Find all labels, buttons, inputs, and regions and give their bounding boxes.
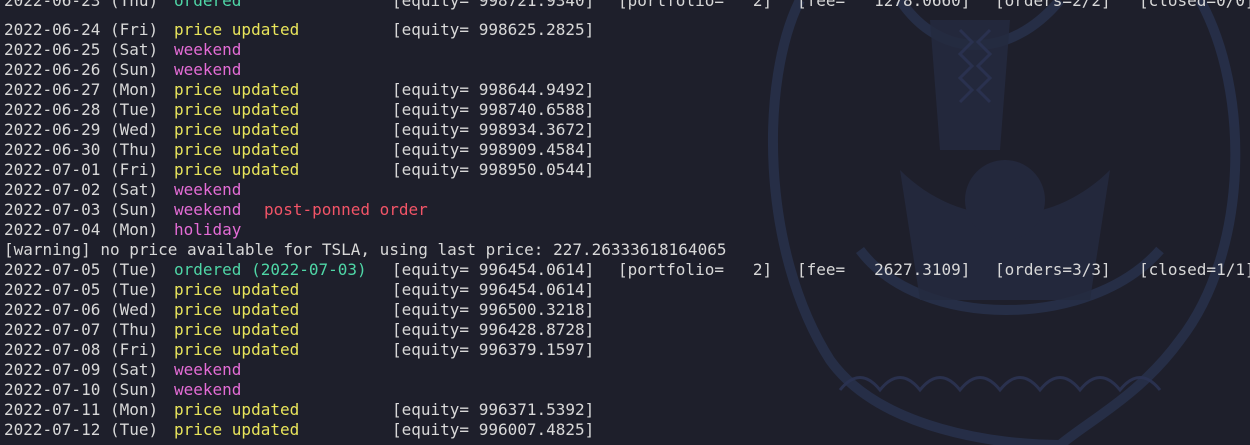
log-equity: [equity= 998934.3672] bbox=[392, 120, 595, 139]
log-closed: [closed=1/1] bbox=[1139, 260, 1250, 279]
log-line: 2022-06-24 (Fri) price updated [equity= 99… bbox=[0, 20, 1250, 40]
log-date: 2022-06-29 (Wed) bbox=[4, 120, 159, 139]
log-fee: [fee= 1278.0660] bbox=[797, 0, 971, 10]
log-date: 2022-07-11 (Mon) bbox=[4, 400, 159, 419]
log-note: post-ponned order bbox=[264, 200, 428, 219]
log-line: 2022-07-02 (Sat) weekend bbox=[0, 180, 1250, 200]
log-line: 2022-07-06 (Wed) price updated [equity= 99… bbox=[0, 300, 1250, 320]
log-orders: [orders=3/3] bbox=[995, 260, 1111, 279]
log-date: 2022-07-04 (Mon) bbox=[4, 220, 159, 239]
log-date: 2022-07-12 (Tue) bbox=[4, 420, 159, 439]
log-portfolio: [portfolio= 2] bbox=[618, 0, 773, 10]
log-date: 2022-06-27 (Mon) bbox=[4, 80, 159, 99]
warning-text: [warning] no price available for TSLA, u… bbox=[4, 240, 727, 259]
log-closed: [closed=0/0] bbox=[1139, 0, 1250, 10]
log-line: 2022-06-27 (Mon) price updated [equity= 99… bbox=[0, 80, 1250, 100]
log-status: price updated bbox=[174, 20, 300, 39]
log-equity: [equity= 998909.4584] bbox=[392, 140, 595, 159]
log-date: 2022-07-05 (Tue) bbox=[4, 280, 159, 299]
log-date: 2022-07-02 (Sat) bbox=[4, 180, 159, 199]
log-equity: [equity= 996454.0614] bbox=[392, 260, 595, 279]
log-equity: [equity= 996428.8728] bbox=[392, 320, 595, 339]
log-line: 2022-07-07 (Thu) price updated [equity= 99… bbox=[0, 320, 1250, 340]
log-equity: [equity= 998740.6588] bbox=[392, 100, 595, 119]
log-line: 2022-06-30 (Thu) price updated [equity= 99… bbox=[0, 140, 1250, 160]
log-line: 2022-06-26 (Sun) weekend bbox=[0, 60, 1250, 80]
log-status: ordered (2022-07-03) bbox=[174, 260, 367, 279]
log-line: 2022-07-08 (Fri) price updated [equity= 99… bbox=[0, 340, 1250, 360]
log-status: ordered bbox=[174, 0, 242, 10]
log-equity: [equity= 996379.1597] bbox=[392, 340, 595, 359]
log-status: weekend bbox=[174, 40, 242, 59]
log-date: 2022-07-01 (Fri) bbox=[4, 160, 159, 179]
log-line: 2022-07-05 (Tue) ordered (2022-07-03) [equ… bbox=[0, 260, 1250, 280]
log-line: 2022-07-03 (Sun) weekend post-ponned order bbox=[0, 200, 1250, 220]
log-status: weekend bbox=[174, 180, 242, 199]
log-status: price updated bbox=[174, 280, 300, 299]
log-status: price updated bbox=[174, 420, 300, 439]
log-line: 2022-07-01 (Fri) price updated [equity= 99… bbox=[0, 160, 1250, 180]
log-date: 2022-06-24 (Fri) bbox=[4, 20, 159, 39]
log-equity: [equity= 996371.5392] bbox=[392, 400, 595, 419]
log-status: price updated bbox=[174, 80, 300, 99]
log-equity: [equity= 998950.0544] bbox=[392, 160, 595, 179]
log-date: 2022-07-10 (Sun) bbox=[4, 380, 159, 399]
log-date: 2022-06-26 (Sun) bbox=[4, 60, 159, 79]
log-line: 2022-06-29 (Wed) price updated [equity= 99… bbox=[0, 120, 1250, 140]
log-line: 2022-07-09 (Sat) weekend bbox=[0, 360, 1250, 380]
log-status: price updated bbox=[174, 400, 300, 419]
log-date: 2022-07-06 (Wed) bbox=[4, 300, 159, 319]
log-status: price updated bbox=[174, 320, 300, 339]
log-line: 2022-07-05 (Tue) price updated [equity= 99… bbox=[0, 280, 1250, 300]
log-status: weekend bbox=[174, 60, 242, 79]
log-status: weekend bbox=[174, 360, 242, 379]
log-line: 2022-06-25 (Sat) weekend bbox=[0, 40, 1250, 60]
log-equity: [equity= 996500.3218] bbox=[392, 300, 595, 319]
log-date: 2022-07-07 (Thu) bbox=[4, 320, 159, 339]
log-date: 2022-06-28 (Tue) bbox=[4, 100, 159, 119]
log-status: weekend bbox=[174, 200, 242, 219]
log-status: price updated bbox=[174, 300, 300, 319]
log-status: price updated bbox=[174, 100, 300, 119]
log-date: 2022-06-25 (Sat) bbox=[4, 40, 159, 59]
log-status: price updated bbox=[174, 160, 300, 179]
log-date: 2022-06-23 (Thu) bbox=[4, 0, 159, 10]
log-status: weekend bbox=[174, 380, 242, 399]
log-status: price updated bbox=[174, 120, 300, 139]
log-equity: [equity= 998625.2825] bbox=[392, 20, 595, 39]
log-equity: [equity= 996007.4825] bbox=[392, 420, 595, 439]
log-date: 2022-07-05 (Tue) bbox=[4, 260, 159, 279]
log-equity: [equity= 998721.9340] bbox=[392, 0, 595, 10]
log-line: 2022-06-23 (Thu) ordered [equity= 998721.9… bbox=[0, 0, 1250, 11]
log-equity: [equity= 998644.9492] bbox=[392, 80, 595, 99]
log-date: 2022-07-03 (Sun) bbox=[4, 200, 159, 219]
log-status: price updated bbox=[174, 340, 300, 359]
log-status: holiday bbox=[174, 220, 242, 239]
terminal-window[interactable]: 2022-06-23 (Thu) ordered [equity= 998721.9… bbox=[0, 0, 1250, 445]
log-date: 2022-07-09 (Sat) bbox=[4, 360, 159, 379]
log-line: 2022-07-12 (Tue) price updated [equity= 99… bbox=[0, 420, 1250, 440]
log-line: 2022-07-11 (Mon) price updated [equity= 99… bbox=[0, 400, 1250, 420]
log-date: 2022-07-08 (Fri) bbox=[4, 340, 159, 359]
log-output: 2022-06-23 (Thu) ordered [equity= 998721.9… bbox=[0, 0, 1250, 440]
log-equity: [equity= 996454.0614] bbox=[392, 280, 595, 299]
log-status: price updated bbox=[174, 140, 300, 159]
log-date: 2022-06-30 (Thu) bbox=[4, 140, 159, 159]
log-line: 2022-07-04 (Mon) holiday bbox=[0, 220, 1250, 240]
log-line: 2022-07-10 (Sun) weekend bbox=[0, 380, 1250, 400]
log-portfolio: [portfolio= 2] bbox=[618, 260, 773, 279]
log-line: 2022-06-28 (Tue) price updated [equity= 99… bbox=[0, 100, 1250, 120]
log-warning-line: [warning] no price available for TSLA, u… bbox=[0, 240, 1250, 260]
log-orders: [orders=2/2] bbox=[995, 0, 1111, 10]
log-fee: [fee= 2627.3109] bbox=[797, 260, 971, 279]
